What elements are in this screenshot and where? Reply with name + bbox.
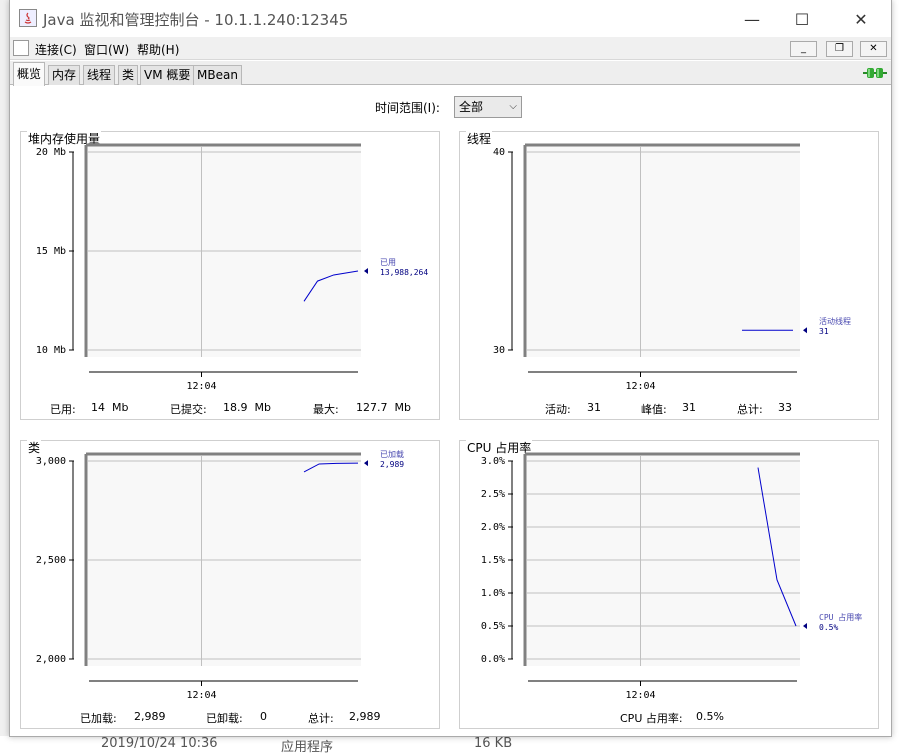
classes-total-label: 总计: — [308, 712, 334, 725]
tab-overview[interactable]: 概览 — [13, 62, 46, 86]
y-tick-label: 1.5% — [481, 555, 505, 566]
plot-area — [525, 145, 800, 357]
y-tick-label: 3,000 — [36, 456, 66, 467]
window-title: Java 监视和管理控制台 - 10.1.1.240:12345 — [43, 11, 349, 29]
y-tick-label: 40 — [493, 147, 505, 158]
time-range-select[interactable]: 全部 ⌵ — [454, 96, 522, 118]
legend-label: CPU 占用率 — [819, 612, 862, 622]
heap-used-label: 已用: — [50, 403, 76, 416]
overview-panel: 时间范围(I): 全部 ⌵ 堆内存使用量 20 Mb 15 Mb 10 Mb 12:0… — [10, 86, 891, 736]
mdi-restore-button[interactable]: ❐ — [826, 41, 853, 57]
y-tick-label: 20 Mb — [36, 147, 66, 158]
y-tick-label: 2,000 — [36, 654, 66, 665]
mdi-close-button[interactable]: ✕ — [860, 41, 887, 57]
heap-committed-label: 已提交: — [170, 403, 207, 416]
tab-memory[interactable]: 内存 — [48, 65, 81, 85]
background-window-strip — [0, 0, 9, 750]
classes-chart: 3,000 2,500 2,000 12:04 已加载2,989 — [36, 449, 404, 701]
background-file-row: 2019/10/24 10:36 应用程序 16 KB — [0, 736, 900, 755]
time-range-value: 全部 — [459, 100, 484, 114]
menu-help[interactable]: 帮助(H) — [137, 41, 179, 58]
cpu-usage-footer: CPU 占用率: 0.5% — [460, 710, 878, 726]
y-tick-label: 2.5% — [481, 489, 505, 500]
legend-value: 2,989 — [380, 460, 404, 469]
heap-max-value: 127.7 Mb — [356, 401, 411, 414]
y-tick-label: 2,500 — [36, 555, 66, 566]
y-tick-label: 0.0% — [481, 654, 505, 665]
legend-value: 31 — [819, 327, 829, 336]
y-tick-label: 3.0% — [481, 456, 505, 467]
threads-chart: 40 30 12:04 活动线程31 — [493, 143, 851, 392]
mdi-minimize-button[interactable]: _ — [790, 41, 817, 57]
threads-live-label: 活动: — [545, 403, 571, 416]
jconsole-window: Java 监视和管理控制台 - 10.1.1.240:12345 — ☐ ✕ 连… — [9, 0, 892, 737]
minimize-button[interactable]: — — [739, 6, 765, 32]
x-tick-label: 12:04 — [186, 690, 216, 701]
legend-label: 活动线程 — [819, 316, 851, 326]
threads-peak-label: 峰值: — [641, 403, 667, 416]
y-tick-label: 15 Mb — [36, 246, 66, 257]
heap-memory-panel: 堆内存使用量 20 Mb 15 Mb 10 Mb 12:04 已用 13,988,264 … — [20, 130, 440, 420]
heap-max-label: 最大: — [313, 403, 339, 416]
x-tick-label: 12:04 — [625, 690, 655, 701]
menu-bar: 连接(C) 窗口(W) 帮助(H) _ ❐ ✕ — [10, 37, 891, 60]
cpu-usage-panel: CPU 占用率 3.0% 2.5% 2.0% 1.5% 1.0% 0.5% 0.0% 12:0… — [459, 439, 879, 729]
classes-unloaded-label: 已卸载: — [206, 712, 243, 725]
y-tick-label: 10 Mb — [36, 345, 66, 356]
classes-panel: 类 3,000 2,500 2,000 12:04 已加载 2,989 已加载: 2,98… — [20, 439, 440, 729]
threads-live-value: 31 — [587, 401, 601, 414]
threads-total-value: 33 — [778, 401, 792, 414]
cpu-usage-value: 0.5% — [696, 710, 724, 723]
java-doc-icon[interactable] — [13, 40, 29, 56]
y-tick-label: 2.0% — [481, 522, 505, 533]
classes-footer: 已加载: 2,989 已卸载: 0 总计: 2,989 — [21, 710, 439, 726]
classes-loaded-value: 2,989 — [134, 710, 166, 723]
y-tick-label: 1.0% — [481, 588, 505, 599]
y-tick-label: 0.5% — [481, 621, 505, 632]
tab-bar: 概览 内存 线程 类 VM 概要 MBean — [10, 61, 891, 86]
close-button[interactable]: ✕ — [848, 6, 874, 32]
legend-label: 已加载 — [380, 449, 404, 459]
threads-panel: 线程 40 30 12:04 活动线程 31 活动: 31 峰值: 31 总计: 33 — [459, 130, 879, 420]
title-bar[interactable]: Java 监视和管理控制台 - 10.1.1.240:12345 — ☐ ✕ — [10, 0, 891, 37]
y-tick-label: 30 — [493, 345, 505, 356]
x-tick-label: 12:04 — [625, 381, 655, 392]
legend-marker — [803, 327, 807, 334]
threads-footer: 活动: 31 峰值: 31 总计: 33 — [460, 401, 878, 417]
tab-classes[interactable]: 类 — [118, 65, 139, 85]
legend-value: 13,988,264 — [380, 268, 428, 277]
legend-value: 0.5% — [819, 623, 838, 632]
background-size: 16 KB — [474, 736, 513, 751]
threads-total-label: 总计: — [737, 403, 763, 416]
x-tick-label: 12:04 — [186, 381, 216, 392]
maximize-button[interactable]: ☐ — [789, 6, 815, 32]
background-date: 2019/10/24 10:36 — [101, 736, 218, 751]
tab-mbean[interactable]: MBean — [193, 65, 242, 85]
heap-committed-value: 18.9 Mb — [223, 401, 271, 414]
menu-window[interactable]: 窗口(W) — [84, 41, 129, 58]
tab-vm-summary[interactable]: VM 概要 — [140, 65, 195, 85]
time-range-label: 时间范围(I): — [375, 101, 440, 115]
legend-marker — [803, 623, 807, 629]
threads-peak-value: 31 — [682, 401, 696, 414]
classes-loaded-label: 已加载: — [80, 712, 117, 725]
background-type: 应用程序 — [281, 740, 334, 755]
menu-connection[interactable]: 连接(C) — [35, 41, 77, 58]
heap-memory-footer: 已用: 14 Mb 已提交: 18.9 Mb 最大: 127.7 Mb — [21, 401, 439, 417]
chevron-down-icon: ⌵ — [509, 101, 517, 112]
connection-status-icon[interactable] — [863, 66, 887, 80]
cpu-usage-chart: 3.0% 2.5% 2.0% 1.5% 1.0% 0.5% 0.0% 12:04 CPU 占用率… — [481, 452, 862, 701]
cpu-usage-label: CPU 占用率: — [620, 712, 683, 725]
java-app-icon — [19, 9, 37, 27]
heap-memory-chart: 20 Mb 15 Mb 10 Mb 12:04 已用13,988,264 — [36, 143, 428, 392]
classes-unloaded-value: 0 — [260, 710, 267, 723]
classes-total-value: 2,989 — [349, 710, 381, 723]
heap-used-value: 14 Mb — [91, 401, 129, 414]
legend-marker — [364, 267, 368, 274]
legend-label: 已用 — [380, 258, 396, 267]
tab-threads[interactable]: 线程 — [83, 65, 116, 85]
legend-marker — [364, 460, 368, 467]
